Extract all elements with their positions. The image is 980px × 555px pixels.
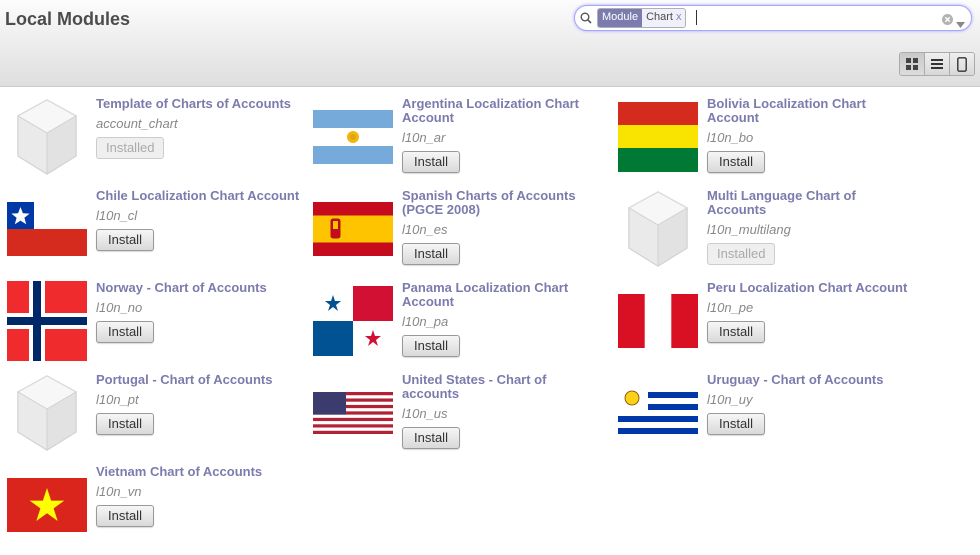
- form-view-button[interactable]: [949, 53, 974, 75]
- module-info: Norway - Chart of Accounts l10n_no Install: [96, 281, 301, 343]
- facet-category: Module: [598, 9, 643, 27]
- spain-flag: [313, 189, 393, 269]
- module-technical-name: l10n_pe: [707, 300, 754, 315]
- bolivia-flag: [618, 97, 698, 177]
- form-icon: [957, 56, 967, 72]
- install-button[interactable]: Install: [402, 243, 460, 265]
- installed-button: Installed: [96, 137, 165, 159]
- module-info: Chile Localization Chart Account l10n_cl I…: [96, 189, 301, 251]
- module-card[interactable]: Template of Charts of Accounts account_ch…: [7, 97, 307, 187]
- module-info: Peru Localization Chart Account l10n_pe In…: [707, 281, 912, 343]
- module-technical-name: l10n_multilang: [707, 222, 791, 237]
- vietnam-flag: [7, 465, 87, 545]
- uruguay-flag: [618, 373, 698, 453]
- list-icon: [931, 59, 943, 69]
- generic-module-icon: [7, 97, 87, 177]
- module-info: Panama Localization Chart Account l10n_pa…: [402, 281, 607, 357]
- module-technical-name: l10n_no: [96, 300, 143, 315]
- module-info: Multi Language Chart of Accounts l10n_mul…: [707, 189, 912, 265]
- install-button[interactable]: Install: [96, 505, 154, 527]
- module-card[interactable]: Uruguay - Chart of Accounts l10n_uy Instal…: [618, 373, 918, 463]
- module-technical-name: l10n_vn: [96, 484, 142, 499]
- norway-flag: [7, 281, 87, 361]
- module-name[interactable]: Chile Localization Chart Account: [96, 189, 301, 203]
- clear-search-icon[interactable]: [942, 12, 953, 30]
- module-technical-name: account_chart: [96, 116, 178, 131]
- generic-module-icon: [618, 189, 698, 269]
- install-button[interactable]: Install: [707, 151, 765, 173]
- module-name[interactable]: United States - Chart of accounts: [402, 373, 607, 401]
- panama-flag: [313, 281, 393, 361]
- kanban-view-button[interactable]: [900, 53, 924, 75]
- facet-value-text: Chart: [646, 11, 673, 23]
- module-info: Portugal - Chart of Accounts l10n_pt Insta…: [96, 373, 301, 435]
- search-bar[interactable]: Module Chart x: [574, 5, 972, 31]
- search-input[interactable]: [696, 10, 697, 25]
- chile-flag: [7, 189, 87, 269]
- install-button[interactable]: Install: [96, 413, 154, 435]
- module-card[interactable]: Spanish Charts of Accounts (PGCE 2008) l1…: [313, 189, 613, 279]
- generic-module-icon: [7, 373, 87, 453]
- module-info: Uruguay - Chart of Accounts l10n_uy Instal…: [707, 373, 912, 435]
- page-title: Local Modules: [5, 9, 131, 29]
- module-name[interactable]: Multi Language Chart of Accounts: [707, 189, 912, 217]
- kanban-icon: [906, 58, 918, 70]
- module-technical-name: l10n_bo: [707, 130, 754, 145]
- module-card[interactable]: Portugal - Chart of Accounts l10n_pt Insta…: [7, 373, 307, 463]
- module-card[interactable]: Multi Language Chart of Accounts l10n_mul…: [618, 189, 918, 279]
- peru-flag: [618, 281, 698, 361]
- module-card[interactable]: United States - Chart of accounts l10n_us…: [313, 373, 613, 463]
- module-name[interactable]: Bolivia Localization Chart Account: [707, 97, 912, 125]
- module-info: Spanish Charts of Accounts (PGCE 2008) l1…: [402, 189, 607, 265]
- module-name[interactable]: Uruguay - Chart of Accounts: [707, 373, 912, 387]
- module-technical-name: l10n_pa: [402, 314, 449, 329]
- search-options-dropdown-icon[interactable]: [956, 15, 965, 33]
- install-button[interactable]: Install: [96, 229, 154, 251]
- list-view-button[interactable]: [924, 53, 949, 75]
- module-name[interactable]: Peru Localization Chart Account: [707, 281, 912, 295]
- module-name[interactable]: Argentina Localization Chart Account: [402, 97, 607, 125]
- module-info: Argentina Localization Chart Account l10n…: [402, 97, 607, 173]
- install-button[interactable]: Install: [707, 321, 765, 343]
- module-info: United States - Chart of accounts l10n_us…: [402, 373, 607, 449]
- search-facet[interactable]: Module Chart x: [597, 8, 687, 28]
- module-info: Vietnam Chart of Accounts l10n_vn Install: [96, 465, 301, 527]
- module-name[interactable]: Portugal - Chart of Accounts: [96, 373, 301, 387]
- module-card[interactable]: Bolivia Localization Chart Account l10n_b…: [618, 97, 918, 187]
- install-button[interactable]: Install: [402, 427, 460, 449]
- module-name[interactable]: Norway - Chart of Accounts: [96, 281, 301, 295]
- search-icon: [580, 11, 592, 29]
- module-technical-name: l10n_uy: [707, 392, 753, 407]
- usa-flag: [313, 373, 393, 453]
- module-card[interactable]: Norway - Chart of Accounts l10n_no Install: [7, 281, 307, 371]
- installed-button: Installed: [707, 243, 776, 265]
- install-button[interactable]: Install: [402, 151, 460, 173]
- module-card[interactable]: Chile Localization Chart Account l10n_cl I…: [7, 189, 307, 279]
- view-switcher: [899, 52, 975, 76]
- module-name[interactable]: Panama Localization Chart Account: [402, 281, 607, 309]
- module-card[interactable]: Panama Localization Chart Account l10n_pa…: [313, 281, 613, 371]
- module-technical-name: l10n_es: [402, 222, 448, 237]
- module-card[interactable]: Peru Localization Chart Account l10n_pe In…: [618, 281, 918, 371]
- module-info: Bolivia Localization Chart Account l10n_b…: [707, 97, 912, 173]
- module-name[interactable]: Template of Charts of Accounts: [96, 97, 301, 111]
- module-technical-name: l10n_ar: [402, 130, 446, 145]
- module-card[interactable]: Argentina Localization Chart Account l10n…: [313, 97, 613, 187]
- control-panel: Local Modules Module Chart x: [0, 0, 980, 87]
- argentina-flag: [313, 97, 393, 177]
- module-name[interactable]: Vietnam Chart of Accounts: [96, 465, 301, 479]
- install-button[interactable]: Install: [96, 321, 154, 343]
- module-info: Template of Charts of Accounts account_ch…: [96, 97, 301, 159]
- facet-value: Chart x: [642, 9, 686, 27]
- module-technical-name: l10n_us: [402, 406, 448, 421]
- module-card[interactable]: Vietnam Chart of Accounts l10n_vn Install: [7, 465, 307, 555]
- module-technical-name: l10n_cl: [96, 208, 138, 223]
- install-button[interactable]: Install: [402, 335, 460, 357]
- install-button[interactable]: Install: [707, 413, 765, 435]
- facet-remove-icon[interactable]: x: [676, 11, 682, 23]
- module-name[interactable]: Spanish Charts of Accounts (PGCE 2008): [402, 189, 607, 217]
- module-technical-name: l10n_pt: [96, 392, 139, 407]
